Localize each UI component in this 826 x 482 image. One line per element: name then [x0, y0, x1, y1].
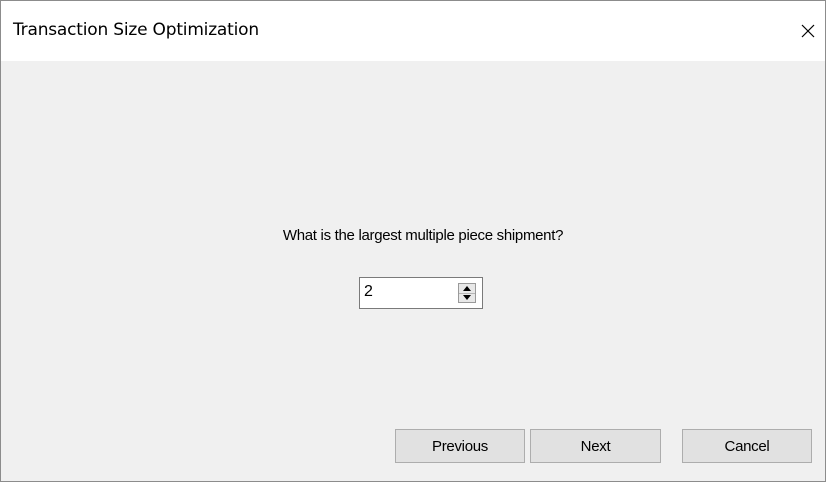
- arrow-up-icon: [463, 286, 471, 291]
- quantity-stepper[interactable]: 2: [359, 277, 483, 309]
- dialog-content: What is the largest multiple piece shipm…: [1, 61, 825, 481]
- quantity-value[interactable]: 2: [364, 283, 373, 301]
- cancel-button[interactable]: Cancel: [682, 429, 812, 463]
- question-label: What is the largest multiple piece shipm…: [282, 227, 564, 244]
- dialog-window: Transaction Size Optimization What is th…: [0, 0, 826, 482]
- previous-button[interactable]: Previous: [395, 429, 525, 463]
- arrow-down-icon: [463, 295, 471, 300]
- next-button[interactable]: Next: [530, 429, 661, 463]
- close-button[interactable]: [793, 13, 823, 49]
- title-bar: Transaction Size Optimization: [1, 1, 825, 61]
- window-title: Transaction Size Optimization: [13, 20, 259, 40]
- spin-buttons: [458, 283, 476, 303]
- close-icon: [801, 24, 815, 38]
- decrement-button[interactable]: [459, 293, 475, 302]
